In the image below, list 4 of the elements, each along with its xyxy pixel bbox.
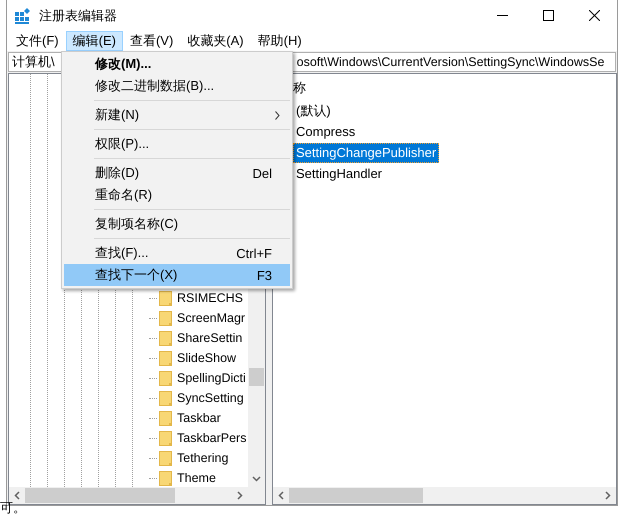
address-text: 计算机\: [12, 53, 55, 71]
address-text: osoft\Windows\CurrentVersion\SettingSync\WindowsSe: [296, 55, 604, 69]
window-title: 注册表编辑器: [39, 6, 117, 24]
page-text: 可。: [0, 500, 26, 515]
